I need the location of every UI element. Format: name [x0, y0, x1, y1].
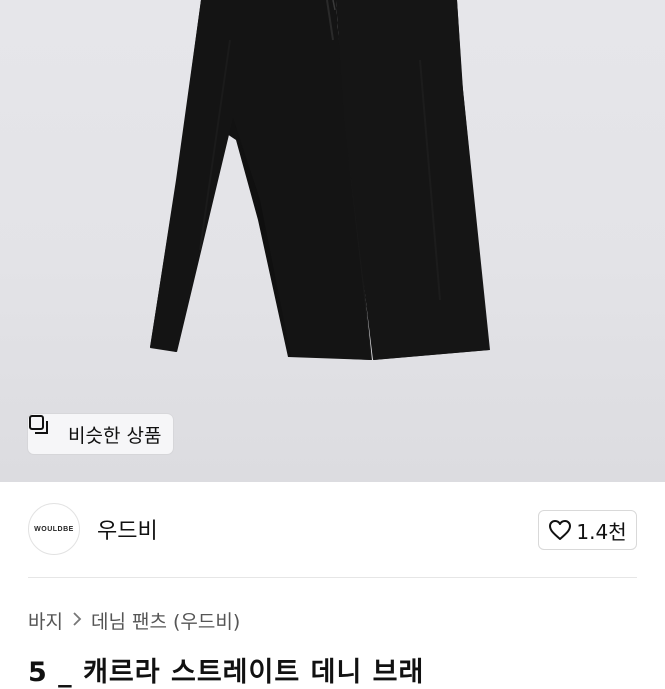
- similar-products-label: 비슷한 상품: [68, 424, 162, 447]
- similar-products-button[interactable]: 비슷한 상품: [28, 414, 174, 454]
- black-pants-photo: [150, 0, 490, 360]
- like-button[interactable]: 1.4천: [538, 510, 637, 550]
- divider: [28, 577, 637, 578]
- seller-name[interactable]: 우드비: [97, 513, 158, 545]
- similar-items-icon: [29, 415, 62, 445]
- breadcrumb: 바지 데님 팬츠 (우드비): [28, 607, 240, 634]
- product-title: 5 _ 캐르라 스트레이트 데니 브래: [28, 657, 425, 688]
- seller-avatar[interactable]: WOULDBE: [28, 503, 80, 555]
- product-image[interactable]: 비슷한 상품: [0, 0, 665, 482]
- heart-icon: [548, 519, 572, 541]
- like-count: 1.4천: [576, 519, 627, 544]
- seller-logo-text: WOULDBE: [34, 525, 74, 533]
- breadcrumb-item-subcategory[interactable]: 데님 팬츠 (우드비): [91, 607, 240, 634]
- breadcrumb-item-category[interactable]: 바지: [28, 607, 63, 634]
- chevron-right-icon: [72, 610, 82, 631]
